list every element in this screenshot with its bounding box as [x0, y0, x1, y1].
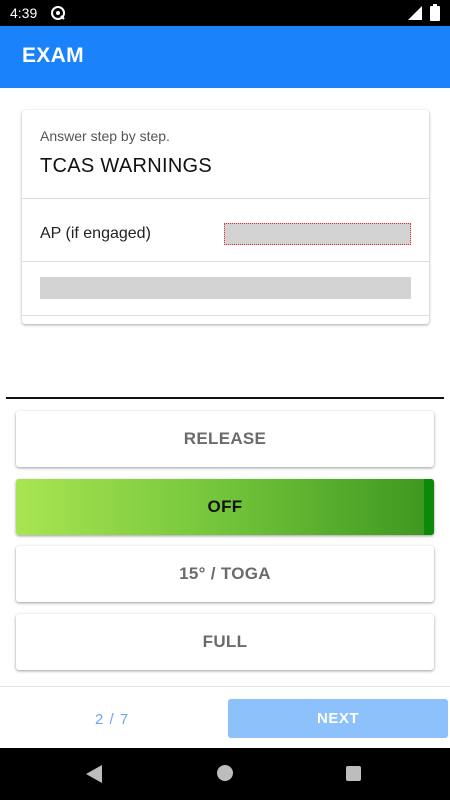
sync-icon	[51, 6, 65, 20]
card-divider	[22, 198, 429, 199]
card-hint: Answer step by step.	[40, 128, 170, 144]
cell-signal-icon	[408, 6, 422, 20]
option-release-button[interactable]: RELEASE	[16, 411, 434, 467]
option-label: FULL	[202, 632, 248, 651]
step-answer-blank[interactable]	[224, 223, 411, 245]
next-step-blank	[40, 277, 411, 299]
recents-square-icon[interactable]	[346, 766, 361, 781]
card-divider	[22, 261, 429, 262]
app-bar: EXAM	[0, 26, 450, 88]
status-time: 4:39	[10, 5, 38, 21]
card-divider	[22, 315, 429, 316]
page-indicator: 2 / 7	[95, 711, 130, 728]
battery-icon	[430, 4, 440, 21]
status-bar: 4:39	[0, 0, 450, 26]
option-15-toga-button[interactable]: 15° / TOGA	[16, 546, 434, 602]
option-full-button[interactable]: FULL	[16, 614, 434, 670]
option-label: OFF	[207, 497, 243, 516]
system-nav-bar	[0, 748, 450, 800]
card-title: TCAS WARNINGS	[40, 155, 213, 177]
next-button[interactable]: NEXT	[228, 699, 448, 738]
home-circle-icon[interactable]	[217, 765, 233, 781]
option-label: 15° / TOGA	[179, 564, 271, 583]
section-separator	[6, 397, 444, 399]
option-off-button[interactable]: OFF	[16, 479, 434, 535]
app-title: EXAM	[22, 44, 84, 67]
back-triangle-icon[interactable]	[86, 765, 102, 783]
bottom-bar: 2 / 7 NEXT	[0, 686, 450, 748]
step-label: AP (if engaged)	[40, 225, 151, 242]
question-card: Answer step by step. TCAS WARNINGS AP (i…	[22, 110, 429, 324]
selected-indicator	[424, 479, 434, 535]
option-label: RELEASE	[183, 429, 267, 448]
next-button-label: NEXT	[316, 710, 359, 727]
